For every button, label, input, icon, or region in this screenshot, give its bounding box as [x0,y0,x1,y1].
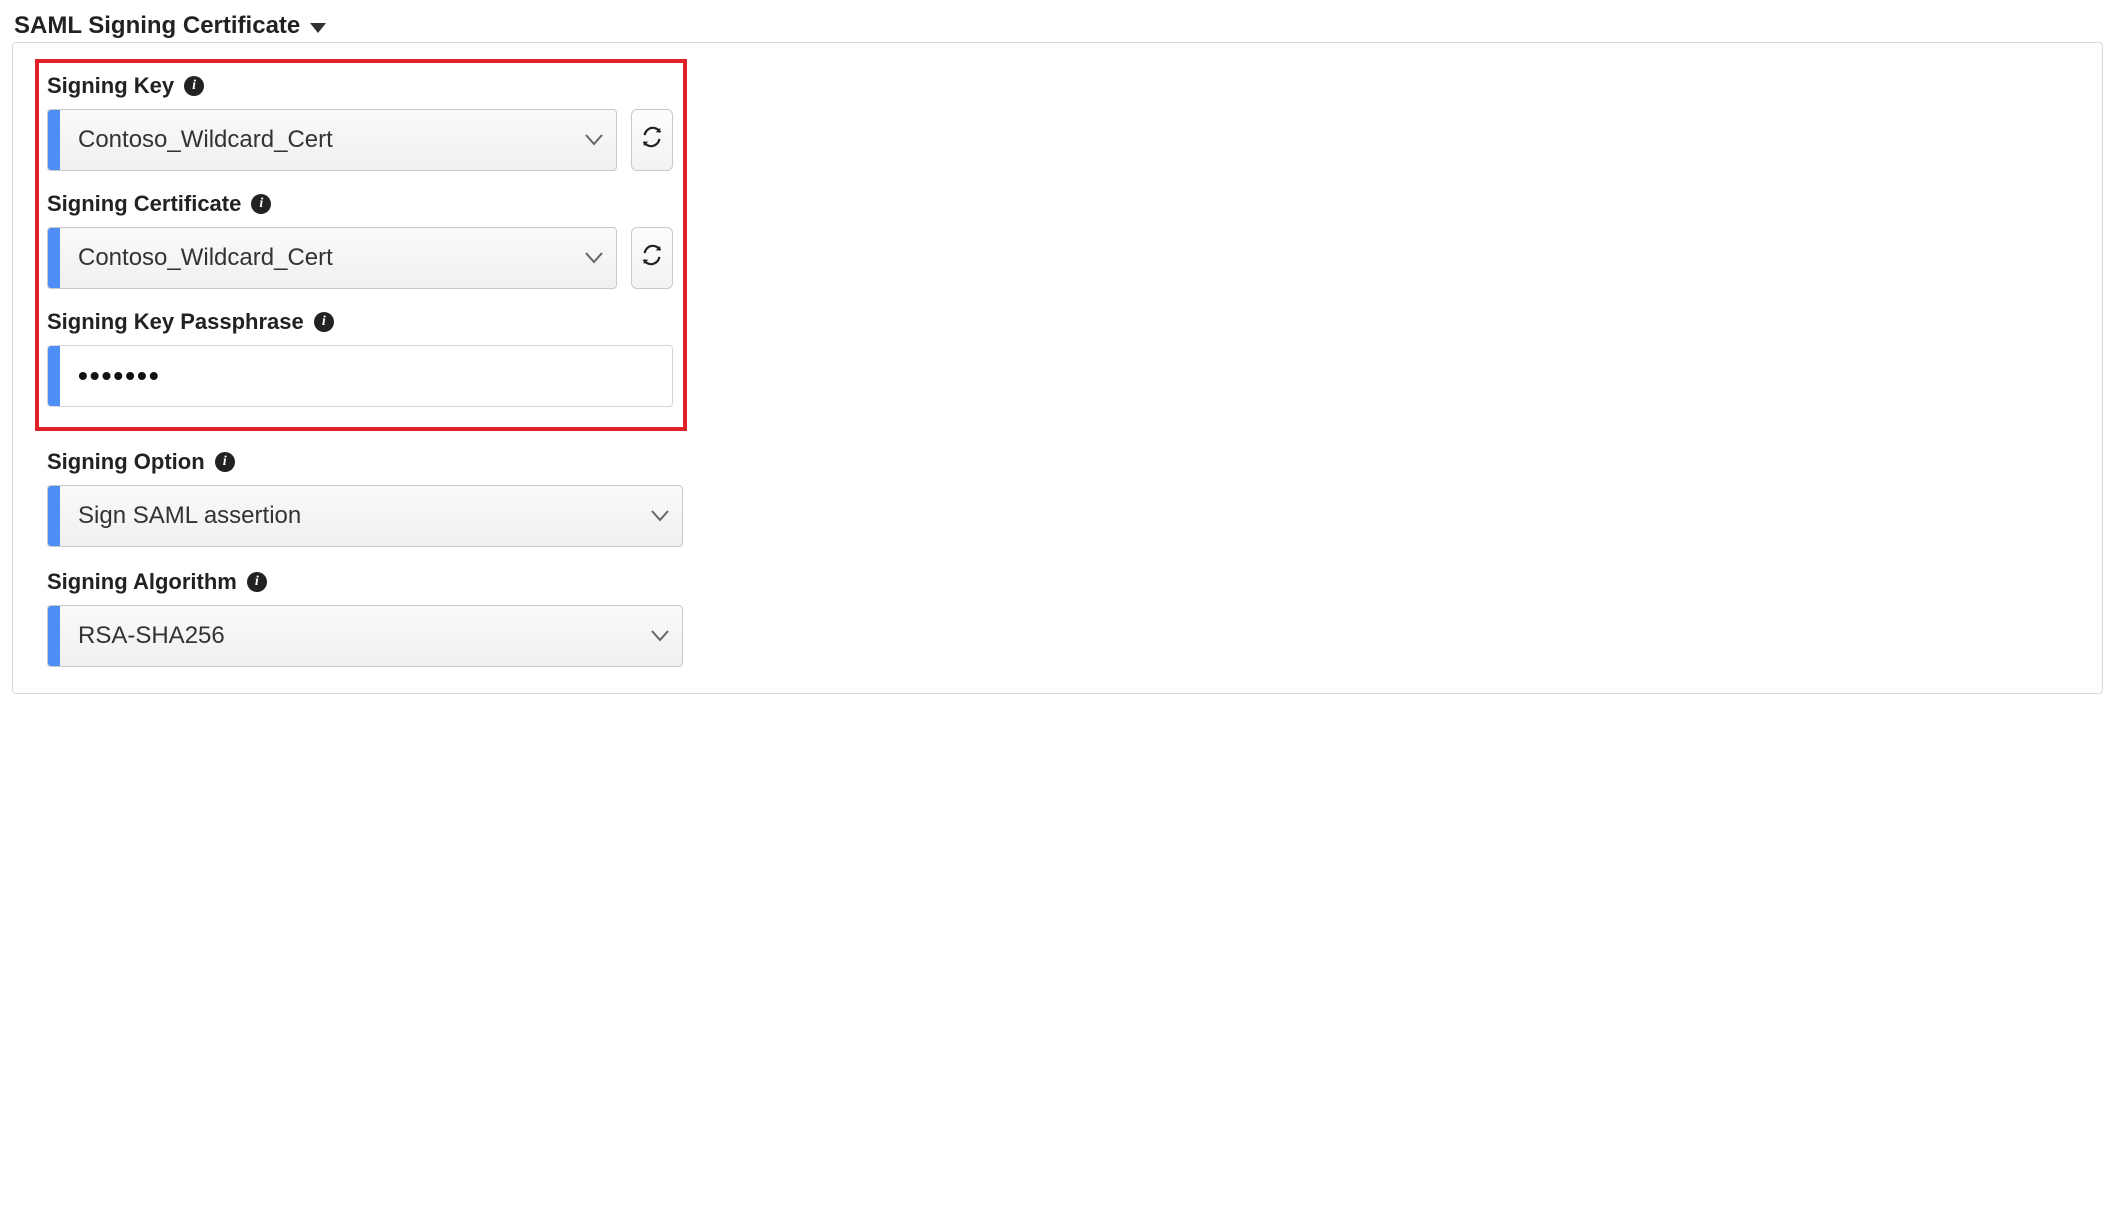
chevron-down-icon [638,486,682,546]
chevron-down-icon [572,228,616,288]
signing-algorithm-field: Signing Algorithm i RSA-SHA256 [47,569,2068,667]
info-icon[interactable]: i [247,572,267,592]
refresh-signing-certificate-button[interactable] [631,227,673,289]
caret-down-icon [310,23,326,33]
section-header[interactable]: SAML Signing Certificate [12,12,2103,40]
signing-option-select[interactable]: Sign SAML assertion [47,485,683,547]
signing-option-label: Signing Option i [47,449,2068,475]
info-icon[interactable]: i [215,452,235,472]
signing-key-passphrase-label: Signing Key Passphrase i [47,309,673,335]
status-bar-icon [48,346,60,406]
lower-fields: Signing Option i Sign SAML assertion Sig… [47,449,2068,667]
signing-key-label-text: Signing Key [47,73,174,99]
refresh-icon [641,244,663,272]
signing-certificate-select[interactable]: Contoso_Wildcard_Cert [47,227,617,289]
info-icon[interactable]: i [314,312,334,332]
signing-key-passphrase-field: Signing Key Passphrase i ••••••• [47,309,673,407]
signing-certificate-label: Signing Certificate i [47,191,673,217]
signing-certificate-value: Contoso_Wildcard_Cert [60,228,572,288]
status-bar-icon [48,606,60,666]
signing-key-passphrase-label-text: Signing Key Passphrase [47,309,304,335]
signing-key-passphrase-value: ••••••• [60,346,672,406]
signing-key-select[interactable]: Contoso_Wildcard_Cert [47,109,617,171]
signing-option-field: Signing Option i Sign SAML assertion [47,449,2068,547]
chevron-down-icon [638,606,682,666]
signing-key-control-row: Contoso_Wildcard_Cert [47,109,673,171]
saml-signing-certificate-panel: Signing Key i Contoso_Wildcard_Cert [12,42,2103,694]
signing-certificate-label-text: Signing Certificate [47,191,241,217]
signing-key-passphrase-input[interactable]: ••••••• [47,345,673,407]
signing-key-label: Signing Key i [47,73,673,99]
signing-algorithm-label-text: Signing Algorithm [47,569,237,595]
signing-key-field: Signing Key i Contoso_Wildcard_Cert [47,73,673,171]
signing-option-label-text: Signing Option [47,449,205,475]
signing-option-value: Sign SAML assertion [60,486,638,546]
section-title: SAML Signing Certificate [14,12,300,40]
refresh-signing-key-button[interactable] [631,109,673,171]
highlight-box: Signing Key i Contoso_Wildcard_Cert [35,59,687,431]
signing-algorithm-select[interactable]: RSA-SHA256 [47,605,683,667]
signing-algorithm-value: RSA-SHA256 [60,606,638,666]
info-icon[interactable]: i [251,194,271,214]
signing-certificate-control-row: Contoso_Wildcard_Cert [47,227,673,289]
signing-algorithm-label: Signing Algorithm i [47,569,2068,595]
signing-key-value: Contoso_Wildcard_Cert [60,110,572,170]
status-bar-icon [48,486,60,546]
status-bar-icon [48,110,60,170]
status-bar-icon [48,228,60,288]
info-icon[interactable]: i [184,76,204,96]
signing-certificate-field: Signing Certificate i Contoso_Wildcard_C… [47,191,673,289]
refresh-icon [641,126,663,154]
chevron-down-icon [572,110,616,170]
